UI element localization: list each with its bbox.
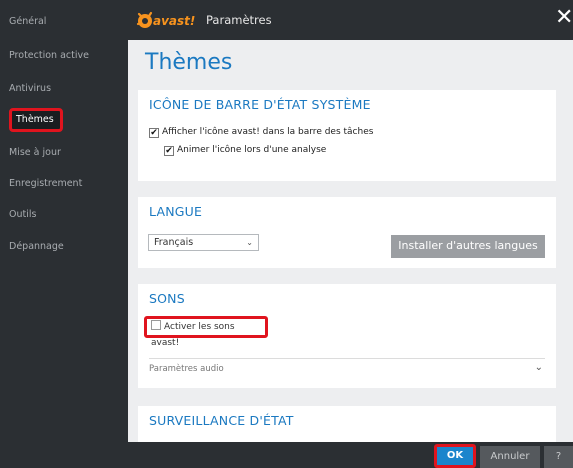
install-languages-button[interactable]: Installer d'autres langues <box>391 235 545 258</box>
page-title: Thèmes <box>145 50 233 75</box>
language-select-value: Français <box>154 237 194 248</box>
check-icon: ✔ <box>164 146 174 156</box>
cancel-button[interactable]: Annuler <box>480 446 540 468</box>
sidebar-item-antivirus[interactable]: Antivirus <box>0 77 128 101</box>
animate-icon-label: Animer l'icône lors d'une analyse <box>177 145 327 155</box>
monitoring-heading: SURVEILLANCE D'ÉTAT <box>149 413 294 428</box>
animate-icon-checkbox[interactable]: ✔ Animer l'icône lors d'une analyse <box>164 144 326 157</box>
sidebar-item-registration[interactable]: Enregistrement <box>0 172 128 196</box>
chevron-down-icon: ⌄ <box>246 238 253 247</box>
enable-sounds-label: Activer les sons avast! <box>151 322 235 348</box>
sounds-heading: SONS <box>149 291 185 306</box>
checkbox-icon <box>151 320 161 330</box>
settings-content: Thèmes ICÔNE DE BARRE D'ÉTAT SYSTÈME ✔ Af… <box>128 40 573 442</box>
help-button[interactable]: ? <box>544 446 573 468</box>
chevron-down-icon: ⌄ <box>534 362 543 373</box>
language-select[interactable]: Français ⌄ <box>148 234 259 251</box>
sidebar-item-tools[interactable]: Outils <box>0 203 128 227</box>
language-heading: LANGUE <box>149 204 203 219</box>
sidebar: Général Protection active Antivirus Thèm… <box>0 0 128 468</box>
audio-settings-toggle[interactable]: Paramètres audio ⌄ <box>149 362 545 374</box>
language-panel: LANGUE Français ⌄ Installer d'autres lan… <box>138 197 556 268</box>
brand-text: avast! <box>153 14 195 28</box>
audio-settings-label: Paramètres audio <box>149 364 224 374</box>
sidebar-item-update[interactable]: Mise à jour <box>0 141 128 165</box>
ok-button[interactable]: OK <box>434 444 476 468</box>
close-icon[interactable]: ✕ <box>555 6 573 32</box>
show-tray-icon-label: Afficher l'icône avast! dans la barre de… <box>162 127 374 137</box>
sounds-panel: SONS Activer les sons avast! Paramètres … <box>138 284 556 388</box>
sidebar-item-themes[interactable]: Thèmes <box>9 108 63 132</box>
sidebar-item-general[interactable]: Général <box>0 10 128 34</box>
footer-bar: OK Annuler ? <box>128 442 573 468</box>
tray-icon-heading: ICÔNE DE BARRE D'ÉTAT SYSTÈME <box>149 97 371 112</box>
title-bar: avast! Paramètres ✕ <box>128 0 573 40</box>
avast-logo: avast! <box>136 11 195 28</box>
divider <box>149 358 545 359</box>
tray-icon-panel: ICÔNE DE BARRE D'ÉTAT SYSTÈME ✔ Afficher … <box>138 90 556 181</box>
check-icon: ✔ <box>149 128 159 138</box>
enable-sounds-checkbox[interactable]: Activer les sons avast! <box>144 316 268 348</box>
window-title: Paramètres <box>206 13 272 27</box>
sidebar-item-active-protection[interactable]: Protection active <box>0 44 128 68</box>
show-tray-icon-checkbox[interactable]: ✔ Afficher l'icône avast! dans la barre d… <box>149 126 373 139</box>
monitoring-panel: SURVEILLANCE D'ÉTAT <box>138 406 556 442</box>
sidebar-item-troubleshooting[interactable]: Dépannage <box>0 235 128 259</box>
